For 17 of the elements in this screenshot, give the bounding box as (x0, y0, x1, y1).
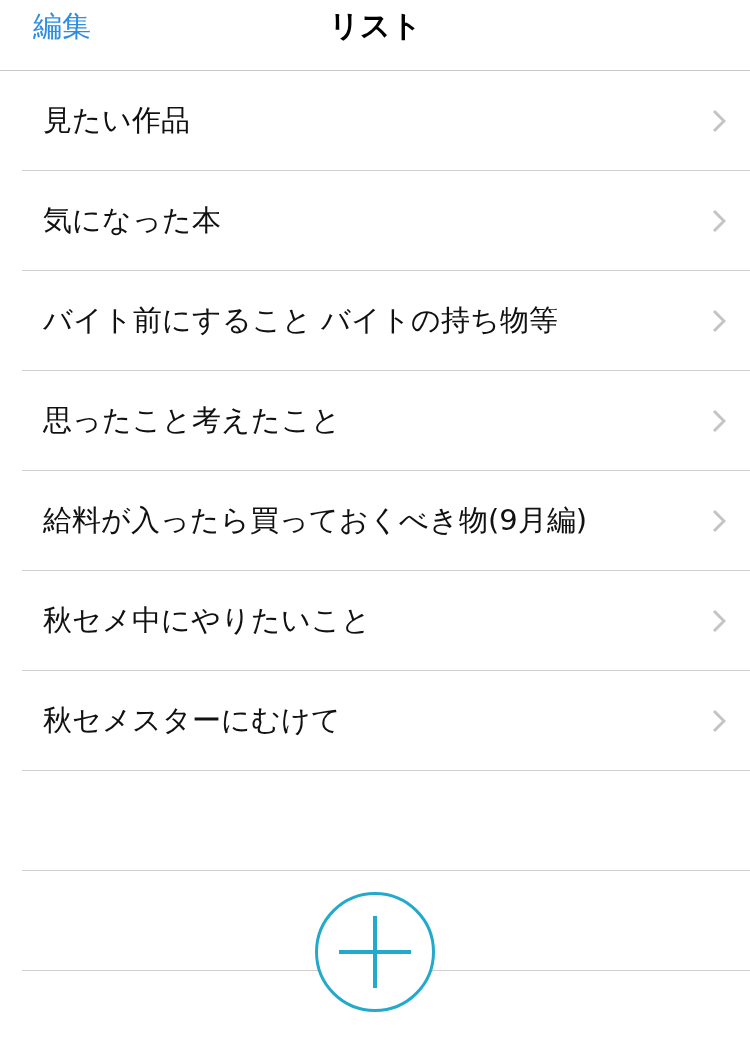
list-row[interactable]: 秋セメ中にやりたいこと (22, 571, 750, 671)
chevron-icon (712, 508, 726, 533)
chevron-icon (712, 208, 726, 233)
chevron-icon (712, 608, 726, 633)
chevron-icon (712, 708, 726, 733)
list-row[interactable]: 秋セメスターにむけて (22, 671, 750, 771)
list-row[interactable]: 見たい作品 (22, 71, 750, 171)
nav-title: リスト (328, 7, 422, 45)
chevron-icon (712, 108, 726, 133)
list-row[interactable]: バイト前にすること バイトの持ち物等 (22, 271, 750, 371)
list-row[interactable]: 思ったこと考えたこと (22, 371, 750, 471)
plus-icon (337, 914, 413, 990)
chevron-icon (712, 408, 726, 433)
list-row[interactable]: 給料が入ったら買っておくべき物(9月編) (22, 471, 750, 571)
chevron-icon (712, 308, 726, 333)
edit-button[interactable]: 編集 (33, 6, 91, 46)
list-row[interactable]: 気になった本 (22, 171, 750, 271)
